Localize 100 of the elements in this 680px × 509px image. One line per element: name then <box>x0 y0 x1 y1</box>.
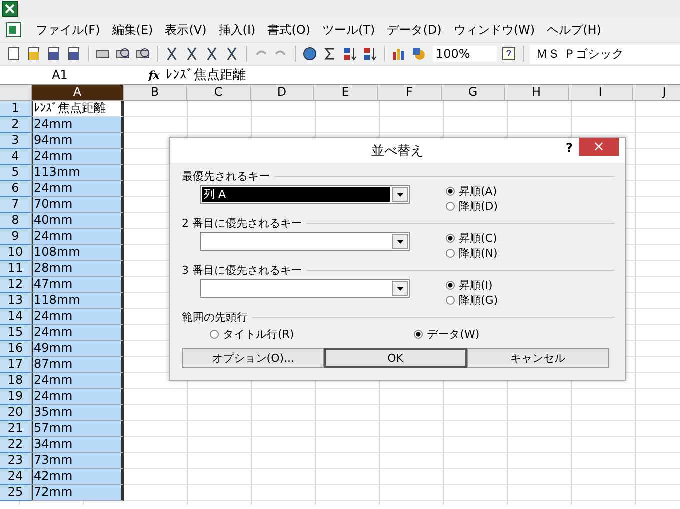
row-header[interactable]: 7 <box>0 197 32 213</box>
row-header[interactable]: 19 <box>0 389 32 405</box>
column-header[interactable]: A <box>32 85 124 101</box>
radio-button[interactable] <box>446 202 455 211</box>
new-file-icon[interactable] <box>6 46 22 62</box>
help-icon[interactable] <box>501 46 517 62</box>
name-box[interactable]: A1 <box>0 68 120 82</box>
menu-item[interactable]: ヘルプ(H) <box>541 22 608 38</box>
radio-button[interactable] <box>446 296 455 305</box>
dialog-button[interactable]: オプション(O)... <box>182 348 324 368</box>
sort-key-dropdown[interactable] <box>200 279 410 298</box>
column-header[interactable]: I <box>569 85 633 101</box>
menu-item[interactable]: ファイル(F) <box>30 22 106 38</box>
row-header[interactable]: 2 <box>0 117 32 133</box>
table-cell: ﾚﾝｽﾞ焦点距離 <box>32 101 124 117</box>
row-header[interactable]: 24 <box>0 469 32 485</box>
table-cell: 24mm <box>32 325 124 341</box>
radio-button[interactable] <box>446 187 455 196</box>
column-header[interactable]: G <box>442 85 505 101</box>
column-header[interactable]: H <box>505 85 569 101</box>
row-header[interactable]: 3 <box>0 133 32 149</box>
row-header[interactable]: 9 <box>0 229 32 245</box>
folder-icon[interactable] <box>26 46 42 62</box>
workbook-icon[interactable] <box>6 22 22 38</box>
column-header[interactable]: J <box>633 85 680 101</box>
table-cell: 24mm <box>32 117 124 133</box>
menu-item[interactable]: ツール(T) <box>316 22 382 38</box>
column-header[interactable]: B <box>124 85 187 101</box>
sort-key-dropdown[interactable]: 列 A <box>200 185 410 204</box>
font-field[interactable]: ＭＳ Ｐゴシック <box>530 44 680 64</box>
row-header[interactable]: 14 <box>0 309 32 325</box>
menu-item[interactable]: 挿入(I) <box>212 22 262 38</box>
dialog-button[interactable]: OK <box>324 348 467 368</box>
menu-item[interactable]: 表示(V) <box>159 22 213 38</box>
function-button[interactable]: fx <box>120 68 166 82</box>
dialog-button[interactable]: キャンセル <box>466 348 610 368</box>
table-cell: 24mm <box>32 373 124 389</box>
radio-option[interactable]: タイトル行(R) <box>210 327 294 342</box>
radio-option[interactable]: 昇順(A) <box>446 184 498 199</box>
row-header[interactable]: 16 <box>0 341 32 357</box>
column-header[interactable]: C <box>187 85 251 101</box>
caret-icon <box>396 240 404 244</box>
radio-button[interactable] <box>446 249 455 258</box>
row-header[interactable]: 13 <box>0 293 32 309</box>
row-header[interactable]: 25 <box>0 485 32 501</box>
globe-icon[interactable] <box>302 46 318 62</box>
sort-descending-icon[interactable] <box>362 46 378 62</box>
column-header[interactable]: F <box>378 85 442 101</box>
row-header[interactable]: 22 <box>0 437 32 453</box>
row-header[interactable]: 5 <box>0 165 32 181</box>
radio-button[interactable] <box>446 281 455 290</box>
sort-key-dropdown[interactable] <box>200 232 410 251</box>
row-header[interactable]: 11 <box>0 261 32 277</box>
radio-option[interactable]: 昇順(I) <box>446 278 498 293</box>
save-icon[interactable] <box>46 46 62 62</box>
menu-item[interactable]: データ(D) <box>381 22 448 38</box>
row-header[interactable]: 15 <box>0 325 32 341</box>
column-header[interactable]: E <box>314 85 378 101</box>
radio-option[interactable]: 降順(D) <box>446 199 498 214</box>
menu-item[interactable]: 編集(E) <box>106 22 160 38</box>
table-cell: 113mm <box>32 165 124 181</box>
drawing-icon[interactable] <box>411 46 427 62</box>
row-header[interactable]: 8 <box>0 213 32 229</box>
table-cell: 94mm <box>32 133 124 149</box>
table-cell: 34mm <box>32 437 124 453</box>
formula-field[interactable]: ﾚﾝｽﾞ焦点距離 <box>166 66 246 84</box>
radio-button[interactable] <box>446 234 455 243</box>
column-header[interactable]: D <box>251 85 314 101</box>
table-cell: 24mm <box>32 389 124 405</box>
sort-ascending-icon[interactable] <box>342 46 358 62</box>
table-cell: 57mm <box>32 421 124 437</box>
table-cell: 108mm <box>32 245 124 261</box>
radio-button[interactable] <box>210 330 219 339</box>
menu-item[interactable]: 書式(O) <box>262 22 317 38</box>
row-header[interactable]: 17 <box>0 357 32 373</box>
row-header[interactable]: 4 <box>0 149 32 165</box>
radio-option[interactable]: 降順(G) <box>446 293 498 308</box>
close-button[interactable]: × <box>579 138 619 156</box>
row-header[interactable]: 10 <box>0 245 32 261</box>
radio-option[interactable]: 昇順(C) <box>446 231 498 246</box>
table-cell: 35mm <box>32 405 124 421</box>
menu-item[interactable]: ウィンドウ(W) <box>448 22 542 38</box>
group-label: 範囲の先頭行 <box>182 310 248 325</box>
row-header[interactable]: 20 <box>0 405 32 421</box>
row-header[interactable]: 23 <box>0 453 32 469</box>
table-cell: 24mm <box>32 309 124 325</box>
table-cell: 49mm <box>32 341 124 357</box>
bar-chart-icon[interactable] <box>391 46 407 62</box>
radio-option[interactable]: 降順(N) <box>446 246 498 261</box>
table-cell: 87mm <box>32 357 124 373</box>
row-header[interactable]: 1 <box>0 101 32 117</box>
help-button[interactable]: ? <box>566 141 573 155</box>
row-header[interactable]: 21 <box>0 421 32 437</box>
row-header[interactable]: 12 <box>0 277 32 293</box>
row-header[interactable]: 6 <box>0 181 32 197</box>
row-header[interactable]: 18 <box>0 373 32 389</box>
radio-button[interactable] <box>414 330 424 339</box>
radio-option[interactable]: データ(W) <box>414 327 480 342</box>
zoom-dropdown[interactable]: 100% <box>433 46 497 62</box>
table-cell: 73mm <box>32 453 124 469</box>
